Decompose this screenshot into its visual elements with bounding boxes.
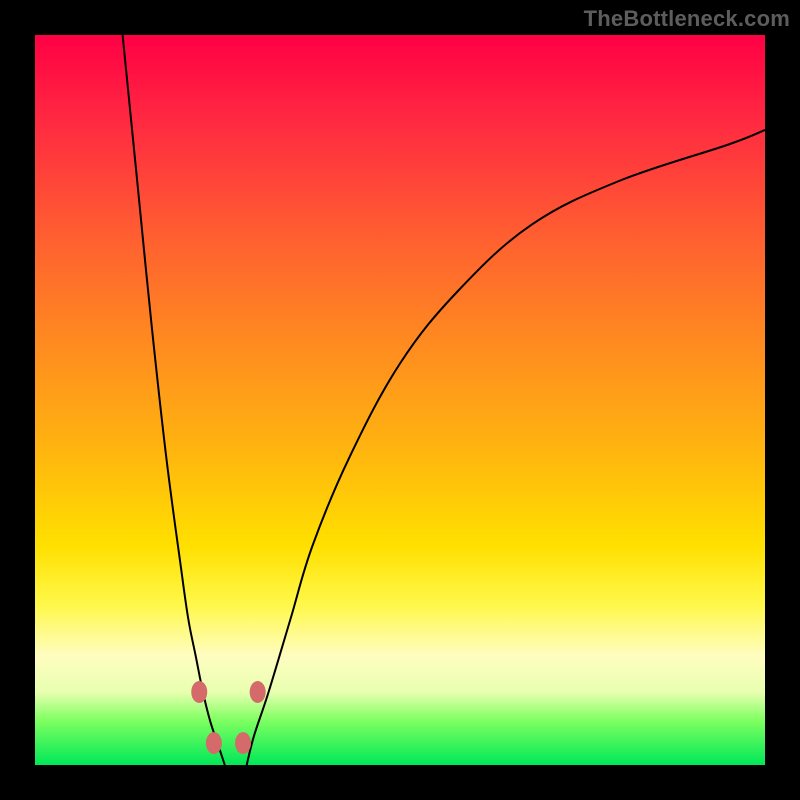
marker-dot — [191, 681, 207, 703]
marker-dot — [250, 681, 266, 703]
marker-dot — [235, 732, 251, 754]
chart-frame: TheBottleneck.com — [0, 0, 800, 800]
marker-group — [191, 681, 265, 754]
curve-right-branch — [247, 130, 765, 765]
marker-dot — [206, 732, 222, 754]
plot-area — [35, 35, 765, 765]
curve-left-branch — [123, 35, 225, 765]
chart-svg — [35, 35, 765, 765]
watermark-text: TheBottleneck.com — [584, 6, 790, 32]
curve-group — [123, 35, 765, 765]
